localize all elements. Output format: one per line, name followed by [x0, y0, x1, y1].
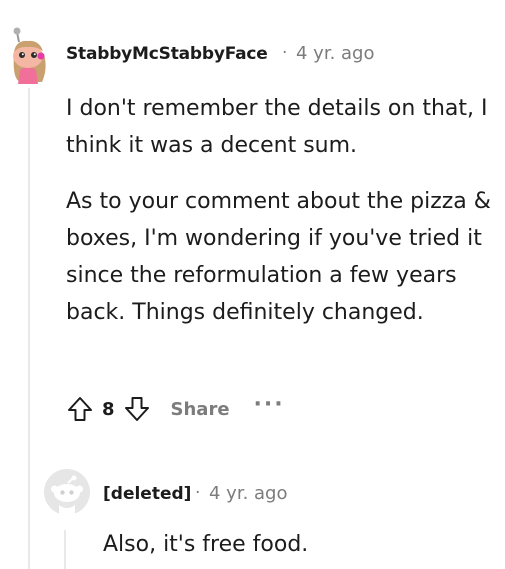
reply-author: [deleted] — [103, 484, 192, 504]
more-options-button[interactable]: ··· — [254, 392, 285, 417]
comment-actions: 8 Share ··· — [60, 389, 285, 429]
user-avatar[interactable] — [6, 24, 50, 84]
upvote-button[interactable] — [60, 389, 100, 429]
reply-timestamp[interactable]: 4 yr. ago — [209, 483, 288, 504]
comment-author[interactable]: StabbyMcStabbyFace — [66, 44, 268, 64]
reply-thread-line[interactable] — [64, 530, 66, 569]
comment-paragraph: As to your comment about the pizza & box… — [66, 189, 491, 325]
downvote-icon — [124, 397, 149, 421]
vote-count: 8 — [102, 398, 115, 420]
deleted-user-avatar — [44, 469, 90, 515]
meta-separator: · — [195, 483, 201, 503]
upvote-icon — [68, 397, 92, 421]
comment-paragraph: I don't remember the details on that, I … — [66, 96, 488, 158]
downvote-button[interactable] — [117, 389, 157, 429]
comment-timestamp[interactable]: 4 yr. ago — [296, 43, 375, 64]
comment-body: I don't remember the details on that, I … — [66, 90, 496, 350]
share-button[interactable]: Share — [171, 399, 230, 420]
thread-line[interactable] — [28, 88, 30, 569]
meta-separator: · — [282, 43, 288, 63]
reply-body: Also, it's free food. — [103, 532, 309, 557]
